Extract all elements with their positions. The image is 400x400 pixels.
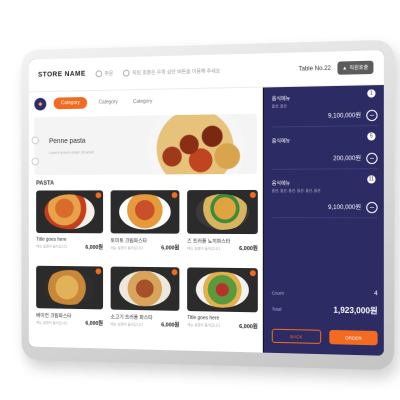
menu-grid: Title goes here 메뉴 설명이 들어갑니다 6,000원 토마토 … [36,190,258,342]
cart-item-name: 음식메뉴 [272,93,378,102]
cart-item: 11 음식메뉴 옵션, 옵션, 옵션, 옵션, 옵션, 옵션 9,100,000… [272,171,378,218]
count-row: Count 4 [272,289,378,297]
category-tab-3[interactable]: Category [129,97,156,107]
cart-actions: BACK ORDER [272,329,378,346]
cart-item-price: 9,100,000원 [328,202,361,211]
menu-item[interactable]: 즈 트러플 뇨끼파스타 메뉴 설명이 들어갑니다 6,000원 [187,190,258,264]
notice-text: 직원 호출은 우측 상단 버튼을 이용해 주세요 [132,67,220,76]
total-label: Total [272,307,282,312]
minus-icon[interactable]: − [366,110,377,121]
menu-item-image [187,190,258,234]
bell-icon: ▲ [342,65,347,71]
category-bar: ◆ Category Category Category [29,88,263,116]
info-group: 주문 [95,70,113,77]
cart-item-qty: 5 [367,132,375,140]
minus-icon[interactable]: − [366,202,377,213]
category-tab-2[interactable]: Category [95,97,122,107]
banner-food-image [138,114,253,175]
menu-item-price: 6,000원 [161,243,179,251]
minus-icon[interactable]: − [366,153,377,164]
banner-title: Penne pasta [49,138,86,145]
cart-item-name: 음식메뉴 [272,136,378,144]
total-row: Total 1,923,000원 [272,304,378,317]
menu-panel: ◆ Category Category Category Penne pasta… [29,88,263,353]
banner-next-icon[interactable] [32,158,39,166]
cart-item-price: 9,100,000원 [328,110,361,120]
call-staff-button[interactable]: ▲ 직원호출 [337,61,373,75]
order-button[interactable]: ORDER [329,330,377,345]
menu-item-price: 6,000원 [85,319,103,327]
menu-item-image [36,266,103,310]
menu-item[interactable]: 소고기 트러플 파스타 메뉴 설명이 들어갑니다 6,000원 [111,267,180,341]
count-label: Count [272,290,284,295]
menu-item[interactable]: Title goes here 메뉴 설명이 들어갑니다 6,000원 [36,190,103,262]
info-text-1: 주문 [105,70,114,77]
section-title: PASTA [36,181,54,187]
cart-item-option: 옵션, 옵션, 옵션, 옵션, 옵션, 옵션 [272,189,378,194]
cart-item-option [272,146,378,147]
order-summary: Count 4 Total 1,923,000원 [272,281,378,316]
badge-icon [96,192,102,198]
cart-item-option: 옵션, 옵션 [272,103,378,110]
menu-item-price: 6,000원 [85,243,103,251]
cart-item-qty: 11 [367,175,375,183]
badge-icon [250,270,256,276]
clock-icon [95,70,102,77]
back-button[interactable]: BACK [272,329,321,344]
total-value: 1,923,000원 [333,305,377,317]
cart-panel: 1 음식메뉴 옵션, 옵션 9,100,000원 − 5 음식메뉴 200,00… [264,85,384,356]
menu-item[interactable]: 토마토 크림파스타 메뉴 설명이 들어갑니다 6,000원 [111,190,180,263]
menu-item-image [111,190,180,234]
cart-item-price: 200,000원 [333,153,361,162]
promo-banner[interactable]: Penne pasta Lorem ipsum dolor sit amet [34,114,257,175]
screen: STORE NAME 주문 직원 호출은 우측 상단 버튼을 이용해 주세요 T… [29,50,384,356]
cart-item-name: 음식메뉴 [272,179,378,187]
cart-item: 1 음식메뉴 옵션, 옵션 9,100,000원 − [272,85,378,127]
badge-icon [250,192,256,198]
menu-item-image [36,190,103,233]
menu-item-image [187,267,258,312]
menu-item[interactable]: 베이컨 크림파스타 메뉴 설명이 들어갑니다 6,000원 [36,266,103,339]
store-name: STORE NAME [38,71,86,79]
info-icon [123,70,130,77]
call-staff-label: 직원호출 [349,64,368,72]
badge-icon [172,269,178,275]
banner-prev-icon[interactable] [32,137,39,145]
menu-item-image [111,267,180,311]
menu-item-price: 6,000원 [161,320,179,328]
category-tab-1[interactable]: Category [54,97,88,109]
menu-item[interactable]: Title goes here 메뉴 설명이 들어갑니다 6,000원 [187,267,258,342]
table-number: Table No.22 [298,65,330,72]
tablet-frame: STORE NAME 주문 직원 호출은 우측 상단 버튼을 이용해 주세요 T… [21,40,394,371]
store-logo-icon: ◆ [34,97,46,110]
badge-icon [172,192,178,198]
menu-item-price: 6,000원 [239,244,258,252]
menu-item-price: 6,000원 [239,322,258,330]
notice-group: 직원 호출은 우측 상단 버튼을 이용해 주세요 [123,67,221,76]
cart-item: 5 음식메뉴 200,000원 − [272,128,378,170]
badge-icon [96,268,102,274]
banner-subtitle: Lorem ipsum dolor sit amet [49,149,94,154]
count-value: 4 [374,291,377,297]
